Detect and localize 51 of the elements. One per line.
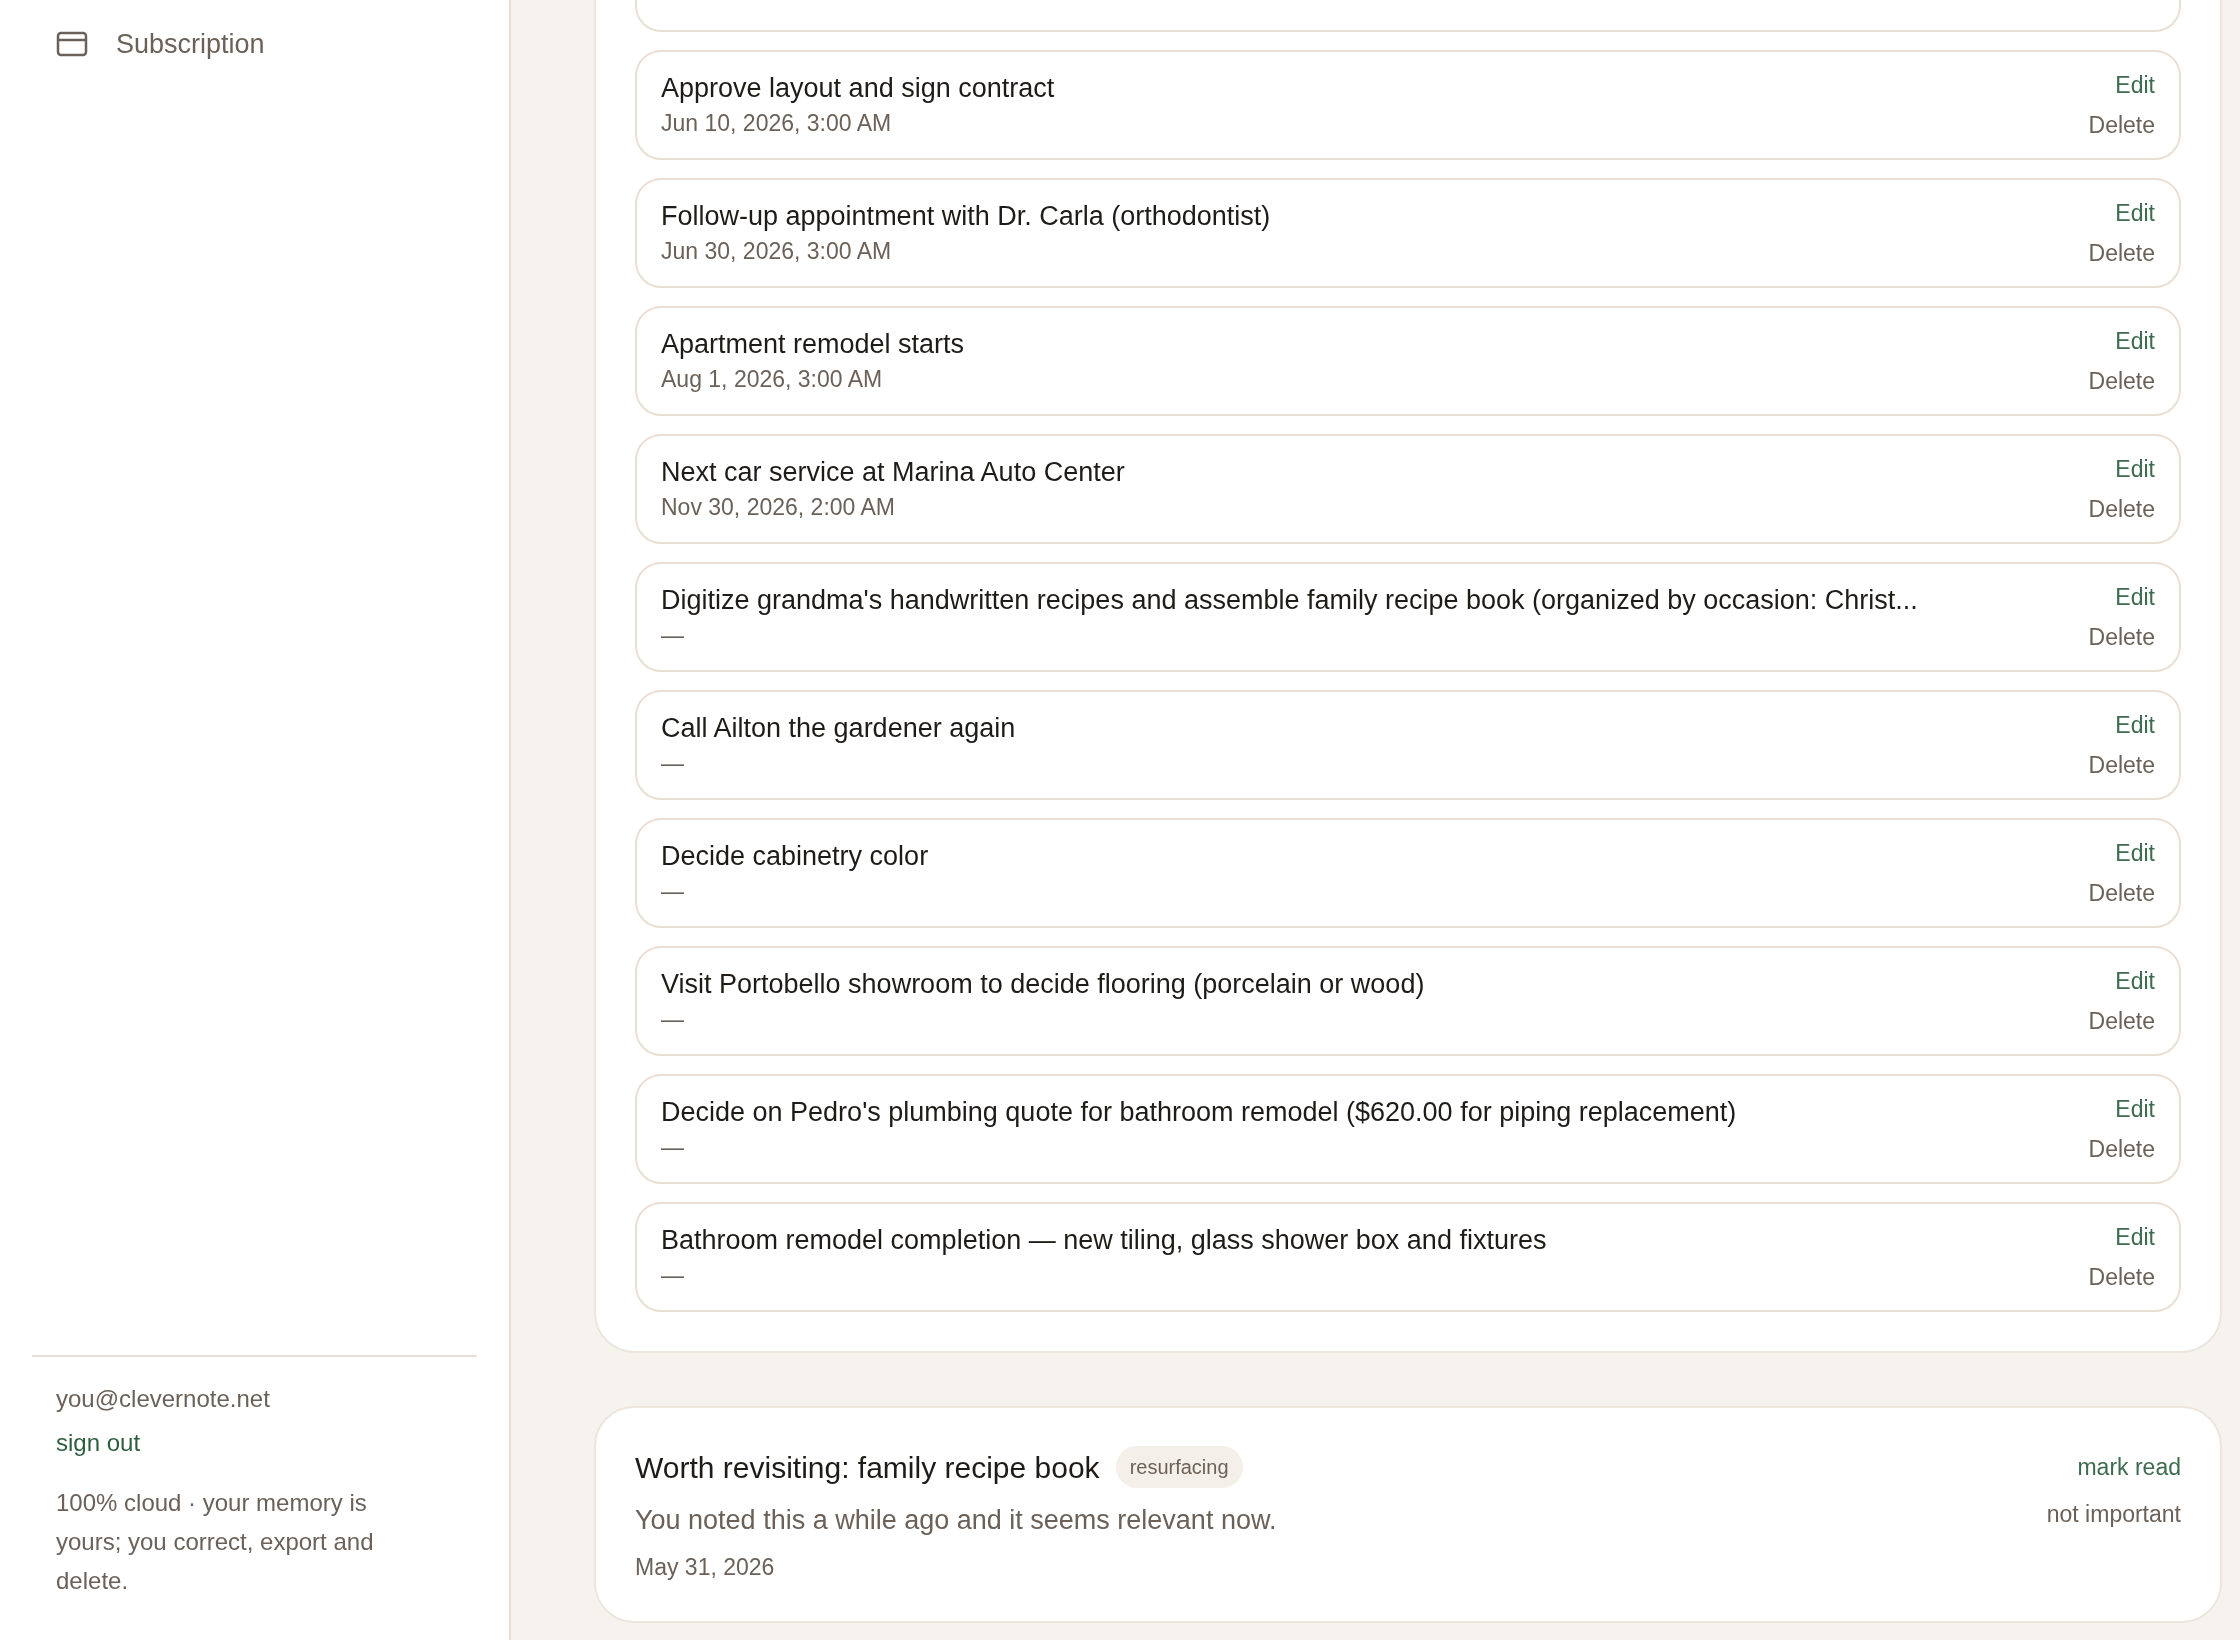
edit-button[interactable]: Edit: [2115, 966, 2155, 996]
edit-button[interactable]: Edit: [2115, 710, 2155, 740]
delete-button[interactable]: Delete: [2088, 1262, 2155, 1292]
reminder-title: Decide cabinetry color: [661, 840, 929, 873]
privacy-note: 100% cloud · your memory is yours; you correct, export and delete.: [56, 1488, 375, 1596]
account-email: you@clevernote.net: [56, 1384, 271, 1414]
reminder-date: —: [661, 621, 685, 650]
reminder-date: Jun 10, 2026, 3:00 AM: [661, 109, 893, 138]
delete-button[interactable]: Delete: [2088, 878, 2155, 908]
delete-button[interactable]: Delete: [2088, 366, 2155, 396]
edit-button[interactable]: Edit: [2115, 198, 2155, 228]
reminder-title: Follow-up appointment with Dr. Carla (orthodontist): [661, 200, 1271, 233]
reminder-date: —: [661, 1133, 685, 1162]
edit-button[interactable]: Edit: [2115, 1094, 2155, 1124]
card-icon: [56, 31, 88, 57]
reminder-title: Approve layout and sign contract: [661, 72, 1055, 105]
reminder-date: Aug 1, 2026, 3:00 AM: [661, 365, 884, 394]
reminder-date: —: [661, 749, 685, 778]
reminder-date: Jun 30, 2026, 3:00 AM: [661, 237, 893, 266]
sidebar-item[interactable]: Subscription: [56, 26, 453, 62]
edit-button[interactable]: Edit: [2115, 1222, 2155, 1252]
edit-button[interactable]: Edit: [2115, 582, 2155, 612]
insight-date: May 31, 2026: [635, 1553, 776, 1582]
reminder-title: Bathroom remodel completion — new tiling, glass shower box and fixtures: [661, 1224, 1547, 1257]
mark-read-button[interactable]: mark read: [2077, 1450, 2181, 1485]
reminder-date: —: [661, 1005, 685, 1034]
delete-button[interactable]: Delete: [2088, 1134, 2155, 1164]
reminder-title: Decide on Pedro's plumbing quote for bathroom remodel ($620.00 for piping replacement): [661, 1096, 1737, 1129]
reminder-title: Apartment remodel starts: [661, 328, 965, 361]
delete-button[interactable]: Delete: [2088, 238, 2155, 268]
edit-button[interactable]: Edit: [2115, 838, 2155, 868]
resurfacing-tag: resurfacing: [1115, 1446, 1243, 1488]
sign-out-link[interactable]: sign out: [56, 1425, 141, 1461]
reminder-title: Call Ailton the gardener again: [661, 712, 1016, 745]
insight-title: Worth revisiting: family recipe book: [635, 1449, 1100, 1486]
edit-button[interactable]: Edit: [2115, 70, 2155, 100]
insight-body: You noted this a while ago and it seems relevant now.: [635, 1503, 1277, 1537]
not-important-button[interactable]: not important: [2046, 1496, 2181, 1531]
reminder-title: Digitize grandma's handwritten recipes and assemble family recipe book (organized by occasion: Christ...: [661, 584, 1918, 617]
reminder-date: —: [661, 1261, 685, 1290]
reminder-date: —: [661, 877, 685, 906]
reminder-title: Next car service at Marina Auto Center: [661, 456, 1125, 489]
delete-button[interactable]: Delete: [2088, 1006, 2155, 1036]
delete-button[interactable]: Delete: [2088, 494, 2155, 524]
delete-button[interactable]: Delete: [2088, 750, 2155, 780]
edit-button[interactable]: Edit: [2115, 454, 2155, 484]
reminder-title: Visit Portobello showroom to decide flooring (porcelain or wood): [661, 968, 1425, 1001]
delete-button[interactable]: Delete: [2088, 622, 2155, 652]
edit-button[interactable]: Edit: [2115, 326, 2155, 356]
delete-button[interactable]: Delete: [2088, 110, 2155, 140]
reminder-date: Nov 30, 2026, 2:00 AM: [661, 493, 896, 522]
